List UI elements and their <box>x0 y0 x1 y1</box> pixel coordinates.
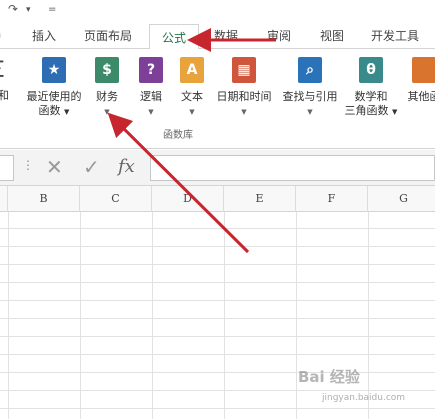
chevron-down-icon: ▼ <box>392 108 398 116</box>
autosum-label: 求和 <box>0 89 9 102</box>
autosum-button[interactable]: Σ 求和 <box>0 57 10 103</box>
insert-function-icon[interactable]: fx <box>118 156 135 177</box>
more-functions-label: 其他函 <box>407 90 435 103</box>
lookup-reference-label: 查找与引用 <box>282 90 338 103</box>
column-header-c[interactable]: C <box>80 186 152 212</box>
chevron-down-icon: ▼ <box>189 108 195 116</box>
column-header-e[interactable]: E <box>224 186 296 212</box>
chevron-down-icon: ▼ <box>64 108 70 116</box>
financial-label: 财务 <box>96 90 118 103</box>
text-button[interactable]: A 文本 ▼ <box>175 57 209 116</box>
date-time-button[interactable]: ▦ 日期和时间 ▼ <box>213 57 275 116</box>
more-functions-icon <box>412 57 435 83</box>
recent-functions-button[interactable]: ★ 最近使用的 函数 ▼ <box>21 57 87 119</box>
tab-page-layout[interactable]: 页面布局 <box>84 27 132 44</box>
logical-button[interactable]: ? 逻辑 ▼ <box>134 57 168 116</box>
more-functions-button[interactable]: 其他函 <box>402 57 435 104</box>
chevron-down-icon: ▼ <box>104 108 110 116</box>
formula-bar: ⋮ ✕ ✓ fx <box>0 150 435 186</box>
lookup-icon: ⌕ <box>298 57 322 83</box>
cancel-icon[interactable]: ✕ <box>46 155 63 179</box>
select-all-corner[interactable] <box>0 186 8 212</box>
date-time-label: 日期和时间 <box>216 90 272 103</box>
logical-icon: ? <box>139 57 163 83</box>
date-time-icon: ▦ <box>232 57 256 83</box>
cell-grid[interactable] <box>0 212 435 419</box>
text-label: 文本 <box>181 90 203 103</box>
name-box[interactable] <box>0 155 14 181</box>
watermark-logo: Bai 经验 <box>298 368 360 386</box>
chevron-down-icon: ▼ <box>241 108 247 116</box>
finance-icon: $ <box>95 57 119 83</box>
tab-formulas[interactable]: 公式 <box>149 24 200 50</box>
group-label-function-library: 函数库 <box>163 130 193 141</box>
math-trig-label-line2: 三角函数 <box>344 104 389 117</box>
sigma-icon: Σ <box>0 57 10 83</box>
tab-developer[interactable]: 开发工具 <box>371 27 419 44</box>
tab-review[interactable]: 审阅 <box>267 27 291 44</box>
recent-functions-label: 最近使用的 <box>26 90 82 103</box>
math-trig-icon: θ <box>359 57 383 83</box>
column-headers: B C D E F G <box>0 186 435 212</box>
column-header-g[interactable]: G <box>368 186 435 212</box>
ribbon-tabs: a 插入 页面布局 公式 数据 审阅 视图 开发工具 <box>0 22 435 50</box>
watermark-url: jingyan.baidu.com <box>322 393 406 403</box>
math-trig-label: 数学和 <box>354 90 388 103</box>
title-bar: ↷ ▾ = <box>0 0 435 22</box>
redo-dropdown-icon[interactable]: ▾ <box>26 5 31 15</box>
formula-input[interactable] <box>150 155 435 181</box>
enter-icon[interactable]: ✓ <box>83 155 100 179</box>
lookup-reference-button[interactable]: ⌕ 查找与引用 ▼ <box>278 57 342 116</box>
financial-button[interactable]: $ 财务 ▼ <box>90 57 124 116</box>
column-header-d[interactable]: D <box>152 186 224 212</box>
tab-view[interactable]: 视图 <box>320 27 344 44</box>
ribbon-function-library: Σ 求和 ★ 最近使用的 函数 ▼ $ 财务 ▼ ? 逻辑 ▼ A 文本 ▼ ▦… <box>0 49 435 149</box>
chevron-down-icon: ▼ <box>148 108 154 116</box>
customize-toolbar-icon[interactable]: = <box>48 4 56 15</box>
chevron-down-icon: ▼ <box>307 108 313 116</box>
logical-label: 逻辑 <box>140 90 162 103</box>
math-trig-button[interactable]: θ 数学和 三角函数 ▼ <box>342 57 400 119</box>
redo-icon[interactable]: ↷ <box>8 2 18 16</box>
recent-functions-label-line2: 函数 <box>38 104 61 117</box>
tab-data[interactable]: 数据 <box>214 27 238 44</box>
text-icon: A <box>180 57 204 83</box>
resize-handle-icon[interactable]: ⋮ <box>22 158 34 172</box>
star-icon: ★ <box>42 57 66 83</box>
column-header-f[interactable]: F <box>296 186 368 212</box>
tab-partial[interactable]: a <box>0 27 1 41</box>
column-header-b[interactable]: B <box>8 186 80 212</box>
tab-insert[interactable]: 插入 <box>32 27 56 44</box>
